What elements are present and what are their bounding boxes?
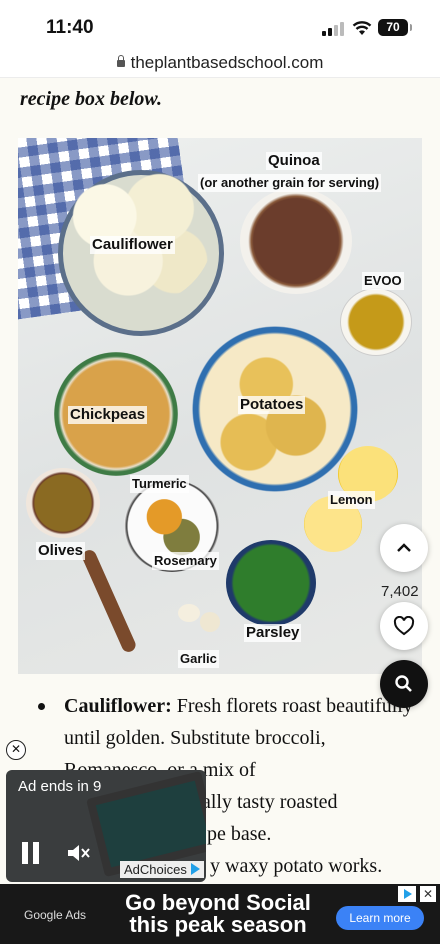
parsley-bowl: [226, 540, 316, 626]
evoo-bowl: [340, 288, 412, 356]
lock-icon: [116, 55, 125, 67]
clock: 11:40: [46, 17, 94, 38]
mute-icon[interactable]: [66, 842, 92, 864]
label-potatoes: Potatoes: [238, 396, 306, 414]
adchoices-icon[interactable]: [398, 886, 416, 902]
label-parsley: Parsley: [244, 624, 302, 642]
cauliflower-florets: [58, 156, 214, 306]
url-text[interactable]: theplantbasedschool.com: [131, 53, 324, 72]
signal-icon: [322, 22, 344, 36]
video-ad[interactable]: Ad ends in 9 AdChoices: [6, 770, 206, 882]
label-rosemary: Rosemary: [152, 552, 219, 570]
learn-more-button[interactable]: Learn more: [336, 906, 424, 930]
bullet-dot: [38, 703, 45, 710]
pause-icon[interactable]: [22, 842, 40, 864]
heart-icon: [393, 616, 415, 636]
label-chickpeas: Chickpeas: [68, 406, 148, 424]
like-count: 7,402: [381, 583, 419, 600]
adchoices-label[interactable]: AdChoices: [120, 861, 204, 878]
label-cauliflower: Cauliflower: [90, 236, 175, 254]
ad-headline-line2: this peak season: [129, 912, 307, 937]
olives-bowl: [26, 468, 100, 538]
ad-headline[interactable]: Go beyond Social this peak season: [108, 892, 328, 936]
close-icon[interactable]: ✕: [420, 886, 436, 902]
label-quinoa: Quinoa: [266, 152, 322, 170]
search-button[interactable]: [380, 660, 428, 708]
label-garlic: Garlic: [178, 650, 219, 668]
label-olives: Olives: [36, 542, 86, 560]
label-lemon: Lemon: [328, 491, 375, 509]
ingredients-photo: Quinoa (or another grain for serving) Ca…: [18, 138, 422, 674]
adchoices-icon: [190, 863, 200, 875]
list-item-term: Cauliflower:: [64, 695, 172, 717]
garlic-clove: [200, 612, 220, 632]
scroll-to-top-button[interactable]: [380, 524, 428, 572]
favorite-button[interactable]: [380, 602, 428, 650]
label-evoo: EVOO: [362, 272, 404, 290]
ad-headline-line1: Go beyond Social: [125, 890, 311, 915]
ad-countdown: Ad ends in 9: [18, 778, 102, 795]
chevron-up-icon: [397, 543, 411, 552]
close-ad-button[interactable]: ✕: [6, 740, 26, 760]
address-bar[interactable]: theplantbasedschool.com: [0, 48, 440, 78]
label-quinoa-note: (or another grain for serving): [198, 174, 382, 192]
adchoices-text: AdChoices: [124, 862, 187, 877]
search-icon: [395, 675, 412, 692]
ad-source: Google Ads: [24, 908, 87, 922]
label-turmeric: Turmeric: [130, 475, 189, 493]
quinoa-bowl: [240, 188, 352, 294]
banner-ad[interactable]: Google Ads Go beyond Social this peak se…: [0, 884, 440, 944]
battery-icon: 70: [378, 19, 412, 36]
wifi-icon: [352, 21, 372, 35]
garlic-clove: [178, 604, 200, 622]
intro-text: recipe box below.: [20, 88, 163, 110]
wooden-spoon: [80, 547, 138, 655]
